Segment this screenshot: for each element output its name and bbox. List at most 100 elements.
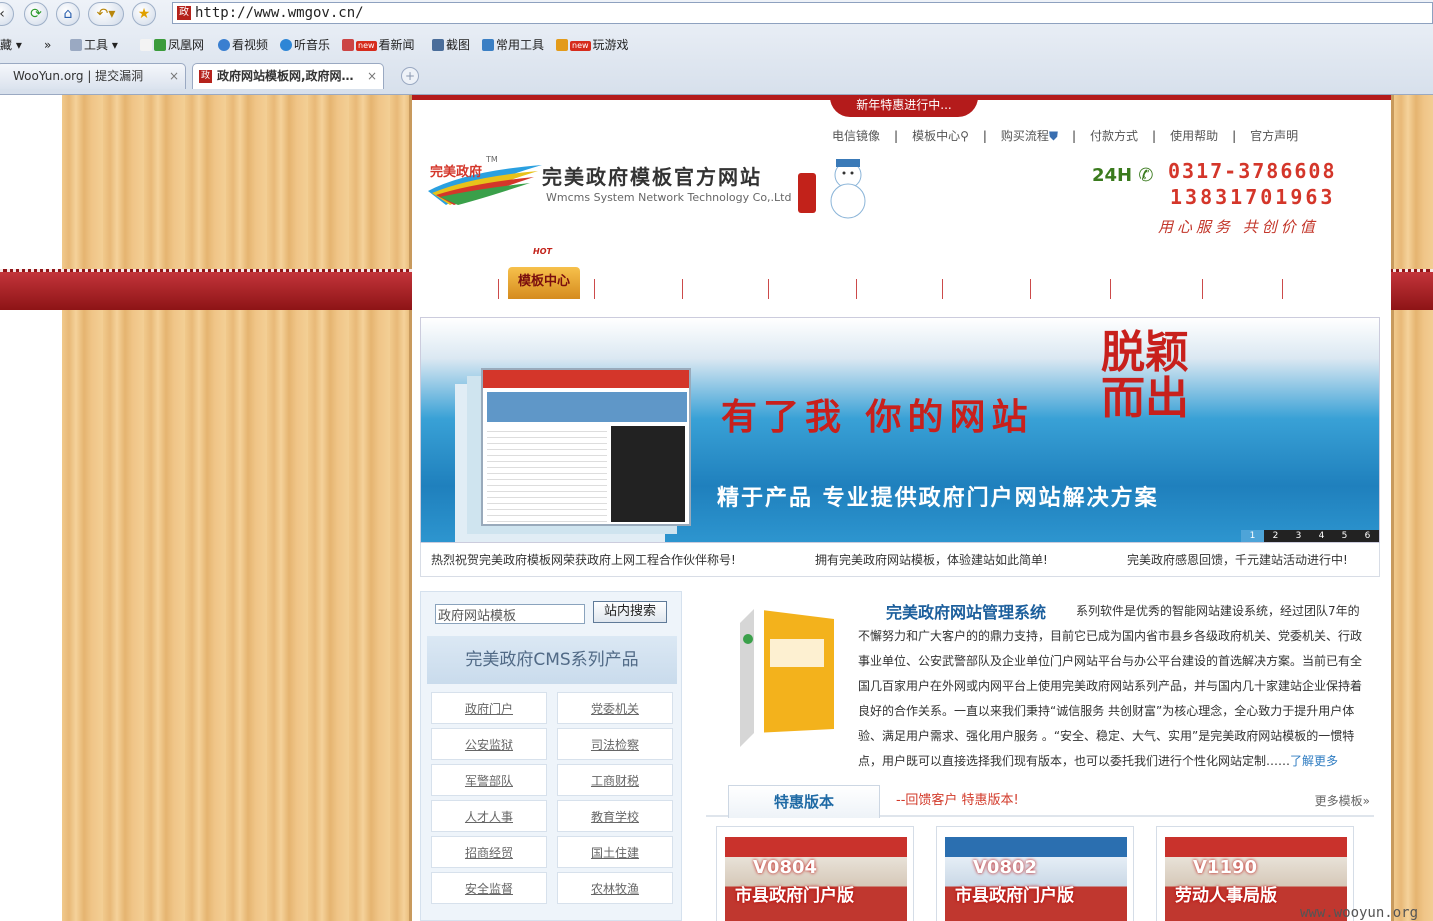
new-badge: new <box>570 41 591 51</box>
main-container: 新年特惠进行中... 电信镜像 | 模板中心⚲ | 购买流程⛊ | 付款方式 | 使用帮助 | 官方… <box>412 95 1391 921</box>
refresh-button[interactable]: ⟳ <box>24 2 48 26</box>
service-24h-label: 24H <box>1092 165 1133 186</box>
menu-separator <box>594 279 595 299</box>
link-payment[interactable]: 付款方式 <box>1090 127 1138 144</box>
site-search-button[interactable]: 站内搜索 <box>593 601 667 623</box>
menu-item-7[interactable]: 帮助 <box>1040 271 1096 307</box>
product-code: V1190 <box>1193 857 1258 878</box>
separator: | <box>1152 129 1157 143</box>
web-page: 新年特惠进行中... 电信镜像 | 模板中心⚲ | 购买流程⛊ | 付款方式 | 使用帮助 | 官方… <box>0 95 1433 921</box>
bookmarks-bar: 藏 ▾ » 工具 ▾ 凤凰网 看视频 听音乐 new 看新闻 截图 常用工具 ne… <box>0 32 1433 58</box>
category-link[interactable]: 农林牧渔 <box>557 872 673 904</box>
banner-page-1[interactable]: 1 <box>1241 530 1264 542</box>
bookmark-music[interactable]: 听音乐 <box>280 32 330 58</box>
address-bar[interactable]: 政 http://www.wmgov.cn/ <box>172 2 1433 24</box>
bookmark-news[interactable]: new 看新闻 <box>342 32 415 58</box>
hero-banner[interactable]: 有了我 你的网站 脱颖而出 精于产品 专业提供政府门户网站解决方案 123456 <box>420 317 1380 543</box>
phone-number-1: 0317-3786608 <box>1168 159 1337 183</box>
bookmark-screenshot[interactable]: 截图 <box>432 32 470 58</box>
product-card[interactable]: V0802 市县政府门户版 <box>936 826 1134 921</box>
category-link[interactable]: 人才人事 <box>431 800 547 832</box>
menu-item-1[interactable]: 模板中心 <box>508 267 580 299</box>
promo-banner[interactable]: 新年特惠进行中... <box>830 95 978 117</box>
product-card[interactable]: V0804 市县政府门户版 <box>716 826 914 921</box>
news-ticker: 热烈祝贺完美政府模板网荣获政府上网工程合作伙伴称号! 拥有完美政府网站模板，体验… <box>420 543 1380 577</box>
bookmarks-more-button[interactable]: » <box>44 32 51 58</box>
shield-icon: ⛊ <box>1048 129 1058 143</box>
game-icon <box>556 39 568 51</box>
link-mirror[interactable]: 电信镜像 <box>832 127 880 144</box>
navigation-toolbar: ‹ ⟳ ⌂ ↶▾ ★ 政 http://www.wmgov.cn/ <box>0 0 1433 28</box>
category-link[interactable]: 教育学校 <box>557 800 673 832</box>
category-link[interactable]: 党委机关 <box>557 692 673 724</box>
tab-close-button[interactable]: × <box>367 64 377 88</box>
category-link[interactable]: 政府门户 <box>431 692 547 724</box>
banner-page-6[interactable]: 6 <box>1356 530 1379 542</box>
news-item[interactable]: 热烈祝贺完美政府模板网荣获政府上网工程合作伙伴称号! <box>431 543 736 577</box>
learn-more-link[interactable]: 了解更多 <box>1290 754 1338 768</box>
banner-page-5[interactable]: 5 <box>1333 530 1356 542</box>
menu-item-8[interactable]: 域名主机 <box>1120 271 1200 307</box>
menu-item-6[interactable]: 售后 <box>952 271 1008 307</box>
menu-item-9[interactable]: 下载 <box>1212 271 1268 307</box>
intro-title[interactable]: 完美政府网站管理系统 <box>886 599 1046 623</box>
tab-wooyun[interactable]: WooYun.org | 提交漏洞 × <box>0 63 186 89</box>
news-item[interactable]: 完美政府感恩回馈，千元建站活动进行中! <box>1127 543 1348 577</box>
site-subtitle: Wmcms System Network Technology Co,.Ltd <box>546 191 792 204</box>
category-link[interactable]: 军警部队 <box>431 764 547 796</box>
link-templates[interactable]: 模板中心⚲ <box>912 127 969 144</box>
bookmark-tools[interactable]: 常用工具 <box>482 32 544 58</box>
menu-item-4[interactable]: 定制 <box>778 271 834 307</box>
menu-item-5[interactable]: 购买 <box>866 271 922 307</box>
bookmark-label: 截图 <box>446 38 471 52</box>
menu-separator <box>1030 279 1031 299</box>
banner-page-4[interactable]: 4 <box>1310 530 1333 542</box>
tools-menu[interactable]: 工具 ▾ <box>70 32 118 58</box>
site-title: 完美政府模板官方网站 <box>542 165 762 189</box>
menu-item-2[interactable]: 方案 <box>604 271 660 307</box>
bookmark-games[interactable]: new 玩游戏 <box>556 32 629 58</box>
category-link[interactable]: 国土住建 <box>557 836 673 868</box>
tab-title: 政府网站模板网,政府网… <box>217 69 354 83</box>
tab-close-button[interactable]: × <box>169 64 179 88</box>
menu-separator <box>1282 279 1283 299</box>
menu-separator <box>768 279 769 299</box>
favorites-star-button[interactable]: ★ <box>132 2 156 26</box>
link-statement[interactable]: 官方声明 <box>1250 127 1298 144</box>
tools-label: 工具 <box>84 38 109 52</box>
category-link[interactable]: 司法检察 <box>557 728 673 760</box>
tab-specials[interactable]: 特惠版本 <box>728 785 880 818</box>
site-favicon: 政 <box>177 6 191 20</box>
url-text: http://www.wmgov.cn/ <box>195 5 364 21</box>
main-menu: 首页 模板中心 方案 套餐 定制 购买 售后 帮助 域名主机 下载 关于完美 <box>412 267 1391 309</box>
new-tab-button[interactable]: + <box>401 67 419 85</box>
site-logo[interactable]: 完美政府 TM <box>426 155 544 209</box>
menu-item-10[interactable]: 关于完美 <box>1292 271 1378 307</box>
common-tools-icon <box>482 39 494 51</box>
back-button[interactable]: ‹ <box>0 2 14 26</box>
banner-page-3[interactable]: 3 <box>1287 530 1310 542</box>
banner-page-2[interactable]: 2 <box>1264 530 1287 542</box>
more-templates-link[interactable]: 更多模板» <box>1315 785 1370 817</box>
undo-button[interactable]: ↶▾ <box>88 2 124 26</box>
category-link[interactable]: 招商经贸 <box>431 836 547 868</box>
browser-chrome: ‹ ⟳ ⌂ ↶▾ ★ 政 http://www.wmgov.cn/ 藏 ▾ » … <box>0 0 1433 95</box>
bookmark-video[interactable]: 看视频 <box>218 32 268 58</box>
news-item[interactable]: 拥有完美政府网站模板，体验建站如此简单! <box>815 543 1048 577</box>
menu-item-3[interactable]: 套餐 <box>692 271 748 307</box>
menu-separator <box>682 279 683 299</box>
menu-item-0[interactable]: 首页 <box>434 271 480 307</box>
category-link[interactable]: 工商财税 <box>557 764 673 796</box>
home-button[interactable]: ⌂ <box>56 2 80 26</box>
search-icon: ⚲ <box>960 129 969 143</box>
category-link[interactable]: 公安监狱 <box>431 728 547 760</box>
link-help[interactable]: 使用帮助 <box>1170 127 1218 144</box>
link-purchase-flow[interactable]: 购买流程⛊ <box>1001 127 1058 144</box>
tab-wmgov[interactable]: 政 政府网站模板网,政府网… × <box>192 63 384 89</box>
site-search-input[interactable] <box>435 604 585 624</box>
bookmark-ifeng[interactable]: 凤凰网 <box>140 32 204 58</box>
bookmark-label: 看新闻 <box>378 38 415 52</box>
category-link[interactable]: 安全监督 <box>431 872 547 904</box>
bookmark-folder-label: 藏 <box>0 38 13 52</box>
bookmark-folder[interactable]: 藏 ▾ <box>0 32 22 58</box>
